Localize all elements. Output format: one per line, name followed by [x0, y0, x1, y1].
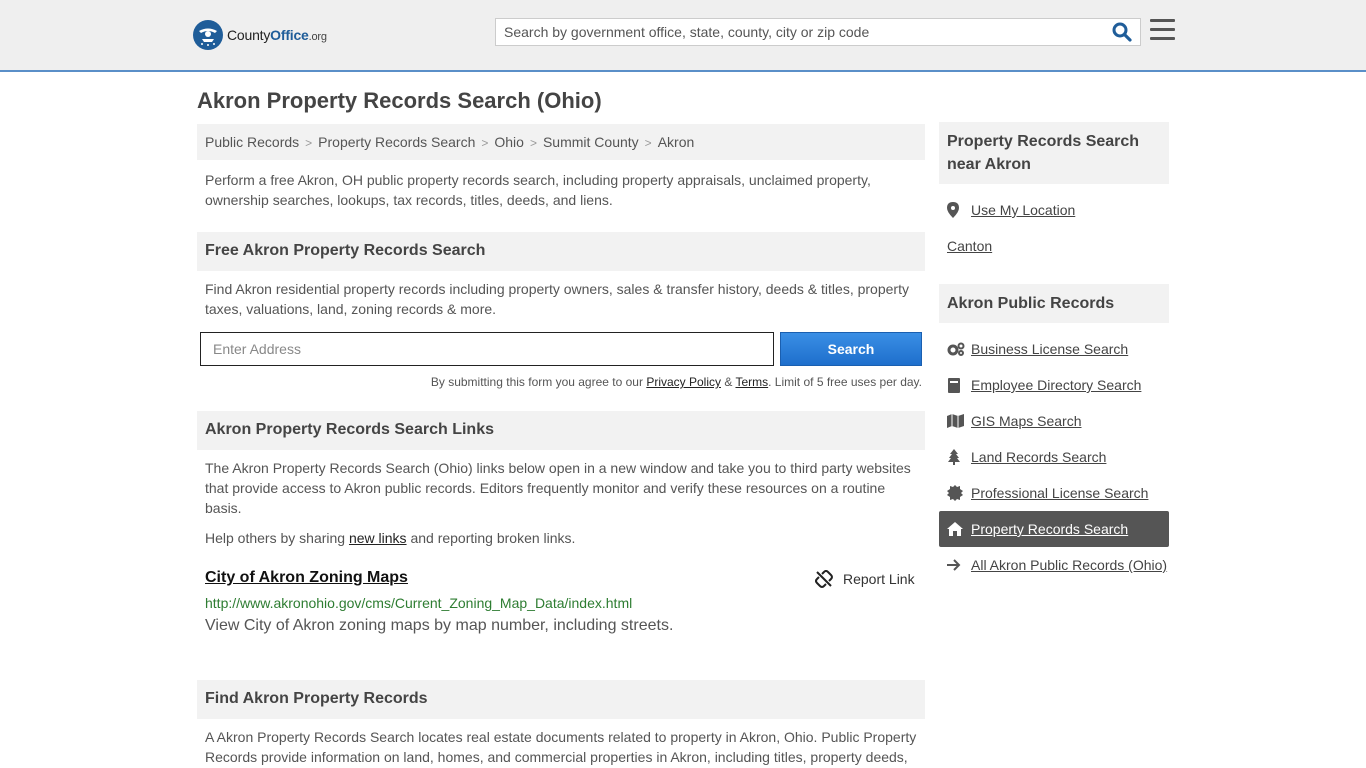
page-title: Akron Property Records Search (Ohio) [197, 88, 602, 113]
resource-link-url: http://www.akronohio.gov/cms/Current_Zon… [205, 595, 633, 611]
sidebar-use-location[interactable]: Use My Location [947, 200, 1169, 220]
report-link-button[interactable]: Report Link [815, 570, 915, 588]
sidebar-item-business-license[interactable]: Business License Search [947, 339, 1169, 359]
help-suffix: and reporting broken links. [406, 530, 576, 546]
broken-link-icon [815, 570, 833, 588]
sidebar-item-label[interactable]: GIS Maps Search [971, 411, 1082, 431]
breadcrumb-separator: > [529, 136, 537, 150]
links-description: The Akron Property Records Search (Ohio)… [205, 460, 911, 516]
sidebar-item-label[interactable]: Property Records Search [971, 519, 1128, 539]
terms-prefix: By submitting this form you agree to our [430, 375, 647, 389]
links-heading: Akron Property Records Search Links [197, 411, 925, 450]
sidebar-item-all-public-records[interactable]: All Akron Public Records (Ohio) [947, 555, 1169, 575]
logo-office: Office [270, 27, 309, 43]
home-icon [947, 519, 971, 539]
sidebar-item-label[interactable]: Professional License Search [971, 483, 1148, 503]
tree-icon [947, 447, 971, 467]
free-search-heading: Free Akron Property Records Search [197, 232, 925, 271]
find-records-description: A Akron Property Records Search locates … [205, 729, 917, 765]
certificate-icon [947, 483, 971, 503]
new-links-link[interactable]: new links [349, 530, 407, 546]
free-search-description: Find Akron residential property records … [205, 281, 909, 317]
top-bar: CountyOffice.org [0, 0, 1366, 72]
terms-notice: By submitting this form you agree to our… [197, 375, 922, 389]
site-logo[interactable]: CountyOffice.org [193, 20, 327, 50]
cogs-icon [947, 339, 971, 359]
resource-link-title[interactable]: City of Akron Zoning Maps [205, 569, 408, 587]
breadcrumb-property-records-search[interactable]: Property Records Search [318, 134, 475, 150]
sidebar-public-heading: Akron Public Records [939, 284, 1169, 323]
resource-link-description: View City of Akron zoning maps by map nu… [205, 617, 674, 634]
breadcrumb-separator: > [644, 136, 652, 150]
terms-amp: & [721, 375, 736, 389]
sidebar-item-label[interactable]: Land Records Search [971, 447, 1106, 467]
use-my-location-link[interactable]: Use My Location [971, 200, 1075, 220]
sidebar-item-employee-directory[interactable]: Employee Directory Search [947, 375, 1169, 395]
logo-seal-icon [193, 20, 223, 50]
terms-link[interactable]: Terms [735, 375, 768, 389]
arrow-right-icon [947, 555, 971, 575]
breadcrumb-akron: Akron [657, 134, 695, 150]
help-prefix: Help others by sharing [205, 530, 349, 546]
search-icon[interactable] [1112, 22, 1134, 44]
map-marker-icon [947, 200, 971, 220]
privacy-policy-link[interactable]: Privacy Policy [646, 375, 721, 389]
address-search-button[interactable]: Search [780, 332, 922, 366]
breadcrumb-separator: > [305, 136, 313, 150]
breadcrumb-ohio[interactable]: Ohio [494, 134, 524, 150]
site-search-input[interactable] [496, 19, 1106, 45]
breadcrumb-public-records[interactable]: Public Records [205, 134, 299, 150]
sidebar-near-heading: Property Records Search near Akron [939, 122, 1169, 184]
terms-suffix: . Limit of 5 free uses per day. [768, 375, 922, 389]
address-input[interactable] [200, 332, 774, 366]
nearby-city-link[interactable]: Canton [947, 236, 992, 256]
logo-wordmark: CountyOffice.org [227, 27, 327, 43]
book-icon [947, 375, 971, 395]
sidebar-item-label[interactable]: Employee Directory Search [971, 375, 1141, 395]
sidebar-item-professional-license[interactable]: Professional License Search [947, 483, 1169, 503]
breadcrumb: Public Records > Property Records Search > O… [197, 124, 925, 160]
sidebar-item-label[interactable]: All Akron Public Records (Ohio) [971, 555, 1167, 575]
sidebar-item-gis-maps[interactable]: GIS Maps Search [947, 411, 1169, 431]
find-records-heading: Find Akron Property Records [197, 680, 925, 719]
hamburger-menu-icon[interactable] [1150, 19, 1175, 41]
site-search [495, 18, 1141, 46]
sidebar-nearby-canton[interactable]: Canton [947, 236, 1169, 256]
intro-text: Perform a free Akron, OH public property… [205, 172, 871, 208]
breadcrumb-separator: > [481, 136, 489, 150]
sidebar-item-property-records[interactable]: Property Records Search [947, 519, 1169, 539]
help-sharing-text: Help others by sharing new links and rep… [205, 528, 917, 548]
logo-brand: County [227, 27, 271, 43]
map-icon [947, 411, 971, 431]
sidebar-item-label[interactable]: Business License Search [971, 339, 1128, 359]
report-link-label: Report Link [843, 571, 915, 587]
breadcrumb-summit-county[interactable]: Summit County [543, 134, 639, 150]
logo-org: .org [308, 31, 327, 43]
sidebar-item-land-records[interactable]: Land Records Search [947, 447, 1169, 467]
